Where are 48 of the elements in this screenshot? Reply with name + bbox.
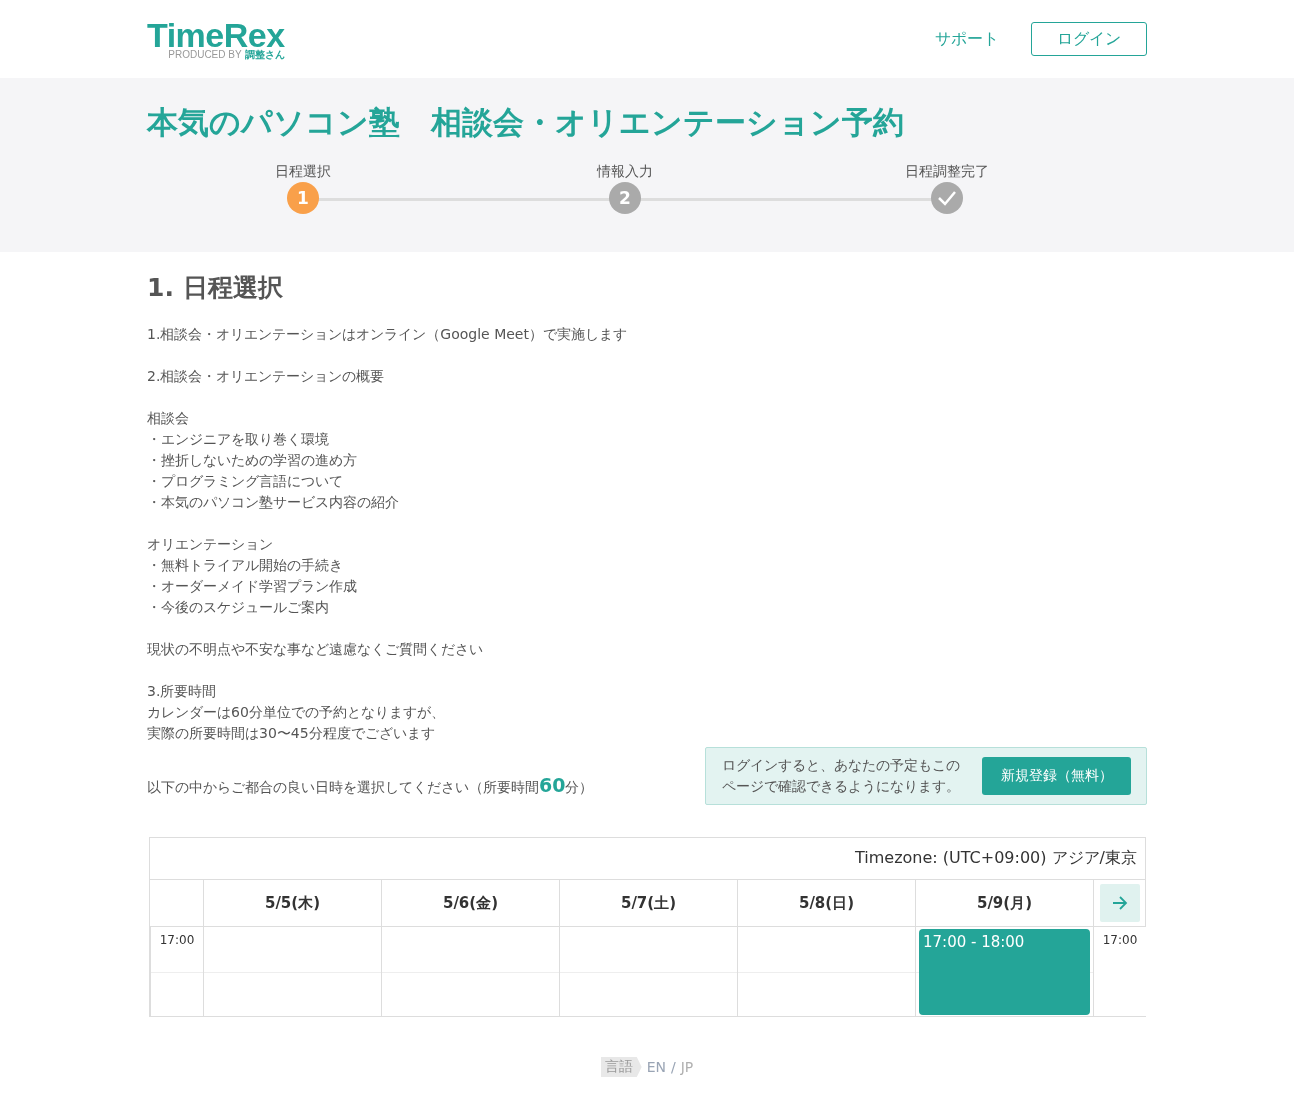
description-text: 2.相談会・オリエンテーションの概要 — [147, 367, 386, 386]
description-text: 1.相談会・オリエンテーションはオンライン（Google Meet）で実施します — [147, 325, 628, 344]
separator: / — [671, 1059, 676, 1075]
register-button[interactable]: 新規登録（無料） — [982, 757, 1131, 795]
instruction-text: 以下の中からご都合の良い日時を選択してください（所要時間60分） — [147, 774, 594, 797]
brand-name: 調整さん — [244, 50, 285, 60]
notice-text: ログインすると、あなたの予定もこのページで確認できるようになります。 — [722, 756, 960, 796]
description-text: ・プログラミング言語について — [147, 472, 344, 491]
step-marker: 1 — [287, 182, 319, 214]
page-title: 本気のパソコン塾 相談会・オリエンテーション予約 — [147, 103, 905, 142]
time-label: 17:00 — [158, 932, 196, 947]
day-header: 5/8(日) — [798, 893, 855, 913]
language-option[interactable]: JP — [680, 1059, 694, 1075]
arrow-icon — [1112, 896, 1128, 910]
support-link[interactable]: サポート — [935, 28, 999, 50]
calendar-cell[interactable] — [203, 927, 381, 1016]
logo-tagline: PRODUCED BY — [168, 50, 242, 60]
step-marker: 2 — [609, 182, 641, 214]
step-label: 情報入力 — [597, 162, 653, 180]
description-text: ・挫折しないための学習の進め方 — [147, 451, 358, 470]
calendar-cell[interactable] — [737, 927, 915, 1016]
login-button[interactable]: ログイン — [1031, 22, 1147, 56]
description-text: 現状の不明点や不安な事など遠慮なくご質問ください — [147, 640, 484, 659]
language-option[interactable]: EN — [646, 1059, 666, 1075]
description-text: ・エンジニアを取り巻く環境 — [147, 430, 330, 449]
day-header: 5/9(月) — [976, 893, 1033, 913]
time-label: 17:00 — [1101, 932, 1139, 947]
step-label: 日程選択 — [275, 162, 331, 180]
timezone-label: Timezone: (UTC+09:00) アジア/東京 — [855, 848, 1137, 869]
description-text: ・無料トライアル開始の手続き — [147, 556, 344, 575]
calendar-cell[interactable] — [381, 927, 559, 1016]
language-label: 言語 — [600, 1057, 642, 1077]
next-arrow-button[interactable] — [1100, 884, 1140, 922]
check-icon — [937, 190, 957, 206]
section-heading: 1. 日程選択 — [147, 272, 284, 304]
description-text: 相談会 — [147, 409, 190, 428]
day-header: 5/6(金) — [442, 893, 499, 913]
day-header: 5/5(木) — [264, 893, 321, 913]
description-text: オリエンテーション — [147, 535, 274, 554]
description-text: ・オーダーメイド学習プラン作成 — [147, 577, 358, 596]
description-text: ・今後のスケジュールご案内 — [147, 598, 330, 617]
description-text: カレンダーは60分単位での予約となりますが、 — [147, 703, 446, 722]
description-text: 3.所要時間 — [147, 682, 218, 701]
description-text: ・本気のパソコン塾サービス内容の紹介 — [147, 493, 400, 512]
description-text: 実際の所要時間は30〜45分程度でございます — [147, 724, 436, 743]
day-header: 5/7(土) — [620, 893, 677, 913]
calendar-cell[interactable] — [559, 927, 737, 1016]
step-label: 日程調整完了 — [905, 162, 989, 180]
